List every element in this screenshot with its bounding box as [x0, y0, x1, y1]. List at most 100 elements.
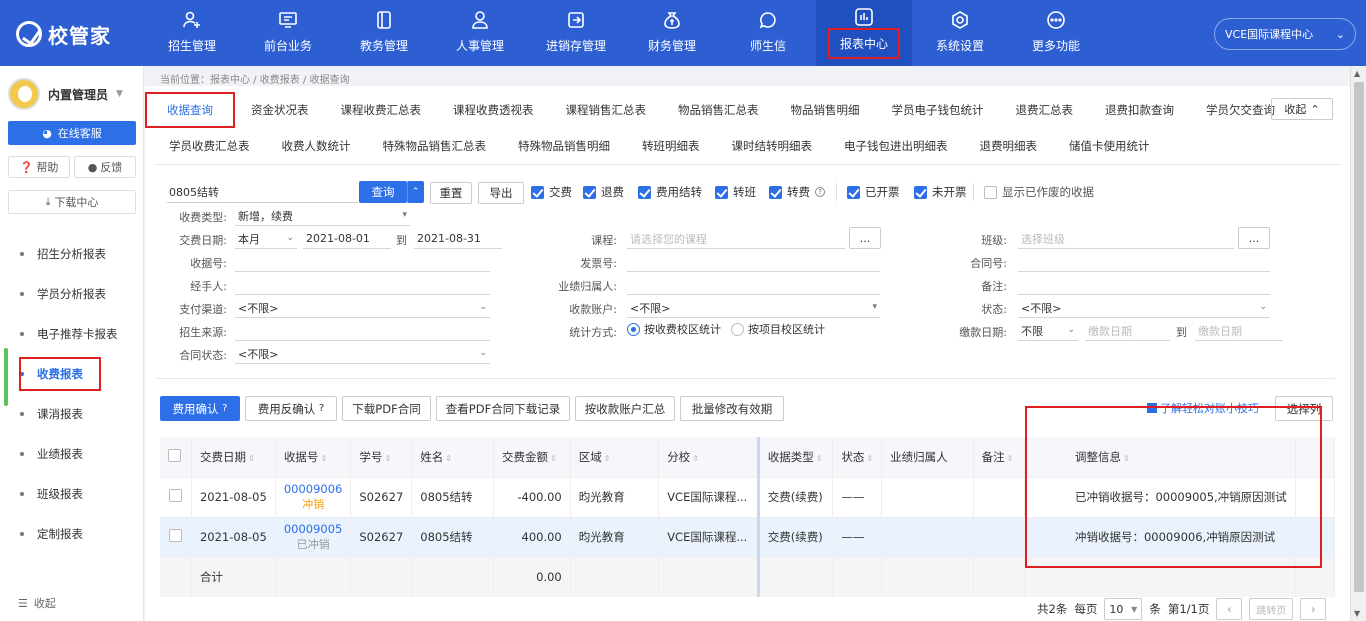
tab-tabs_row1-9[interactable]: 退费扣款查询 [1089, 95, 1190, 125]
by-account-button[interactable]: 按收款账户汇总 [575, 396, 675, 421]
nav-item-7[interactable]: 报表中心 [816, 0, 912, 66]
help-button[interactable]: ❓ 帮助 [8, 156, 70, 178]
filter-check-1[interactable]: 退费 [583, 184, 624, 200]
org-selector[interactable]: VCE国际课程中心 ⌄ [1214, 18, 1356, 50]
col-owner[interactable]: 业绩归属人 [881, 437, 974, 477]
tab-tabs_row2-3[interactable]: 特殊物品销售明细 [502, 131, 626, 161]
fee-confirm-button[interactable]: 费用确认 ? [160, 396, 240, 421]
tab-tabs_row1-5[interactable]: 物品销售汇总表 [662, 95, 775, 125]
handler-input[interactable] [235, 275, 490, 295]
contract-input[interactable] [1018, 252, 1270, 272]
sidebar-item-0[interactable]: 招生分析报表 [0, 234, 143, 274]
next-page-button[interactable]: › [1300, 598, 1327, 620]
collapse-tabs-button[interactable]: 收起 ⌃ [1271, 98, 1333, 120]
tab-tabs_row1-2[interactable]: 课程收费汇总表 [325, 95, 438, 125]
filter-check-2[interactable]: 费用结转 [638, 184, 702, 200]
tab-tabs_row2-6[interactable]: 电子钱包进出明细表 [828, 131, 964, 161]
tab-tabs_row2-5[interactable]: 课时结转明细表 [716, 131, 829, 161]
radio-by-project-campus[interactable] [731, 322, 744, 336]
nav-item-1[interactable]: 前台业务 [240, 0, 336, 66]
course-input[interactable]: 请选择您的课程 [627, 229, 845, 249]
col-remark[interactable]: 备注 ⇕ [973, 437, 1025, 477]
class-input[interactable]: 选择班级 [1018, 229, 1234, 249]
tab-tabs_row2-4[interactable]: 转班明细表 [626, 131, 716, 161]
download-pdf-button[interactable]: 下载PDF合同 [342, 396, 431, 421]
sidebar-item-2[interactable]: 电子推荐卡报表 [0, 314, 143, 354]
class-picker-button[interactable]: ... [1238, 227, 1270, 249]
course-picker-button[interactable]: ... [849, 227, 881, 249]
pay-date-from[interactable]: 缴款日期 [1085, 321, 1170, 341]
jump-page-input[interactable]: 跳转页 [1249, 598, 1294, 620]
col-type[interactable]: 收据类型 ⇕ [758, 437, 834, 477]
batch-edit-button[interactable]: 批量修改有效期 [680, 396, 784, 421]
col-region[interactable]: 区域 ⇕ [570, 437, 660, 477]
col-receipt[interactable]: 收据号 ⇕ [275, 437, 352, 477]
col-branch[interactable]: 分校 ⇕ [658, 437, 760, 477]
checkbox[interactable] [638, 185, 651, 199]
app-logo[interactable]: 校管家 [16, 18, 111, 50]
col-status[interactable]: 状态 ⇕ [832, 437, 883, 477]
tab-tabs_row1-8[interactable]: 退费汇总表 [1000, 95, 1090, 125]
advanced-toggle-button[interactable]: ⌃ [407, 181, 424, 203]
invoice-input[interactable] [627, 252, 880, 272]
tab-tabs_row1-3[interactable]: 课程收费透视表 [437, 95, 550, 125]
checkbox[interactable] [984, 185, 997, 199]
tab-tabs_row2-1[interactable]: 收费人数统计 [266, 131, 367, 161]
nav-item-2[interactable]: 教务管理 [336, 0, 432, 66]
nav-item-0[interactable]: 招生管理 [144, 0, 240, 66]
remark-input[interactable] [1018, 275, 1270, 295]
col-amount[interactable]: 交费金额 ⇕ [493, 437, 571, 477]
nav-item-8[interactable]: 系统设置 [912, 0, 1008, 66]
filter-check-4[interactable]: 转费? [769, 184, 825, 200]
tab-tabs_row2-0[interactable]: 学员收费汇总表 [153, 131, 266, 161]
checkbox[interactable] [715, 185, 728, 199]
sidebar-item-7[interactable]: 定制报表 [0, 514, 143, 554]
keyword-input[interactable]: 0805结转 [167, 181, 358, 203]
source-input[interactable] [235, 321, 490, 341]
page-size-select[interactable]: 10 ▼ [1104, 598, 1143, 620]
tab-tabs_row2-7[interactable]: 退费明细表 [964, 131, 1054, 161]
col-name[interactable]: 姓名 ⇕ [411, 437, 495, 477]
pay-date-select[interactable]: 不限 ⌄ [1018, 321, 1078, 341]
scroll-thumb[interactable] [1354, 82, 1364, 592]
owner-input[interactable] [627, 275, 880, 295]
fee-unconfirm-button[interactable]: 费用反确认 ? [245, 396, 337, 421]
export-button[interactable]: 导出 [478, 182, 524, 204]
sidebar-item-6[interactable]: 班级报表 [0, 474, 143, 514]
tab-tabs_row1-4[interactable]: 课程销售汇总表 [550, 95, 663, 125]
nav-item-5[interactable]: 财务管理 [624, 0, 720, 66]
filter-check-7[interactable]: 显示已作废的收据 [984, 184, 1094, 200]
sidebar-item-1[interactable]: 学员分析报表 [0, 274, 143, 314]
filter-check-5[interactable]: 已开票 [847, 184, 900, 200]
receipt-input[interactable] [235, 252, 490, 272]
tab-tabs_row1-7[interactable]: 学员电子钱包统计 [876, 95, 1000, 125]
query-button[interactable]: 查询 [359, 181, 407, 203]
sidebar-item-5[interactable]: 业绩报表 [0, 434, 143, 474]
col-date[interactable]: 交费日期 ⇕ [191, 437, 276, 477]
receipt-link[interactable]: 00009006 [284, 481, 343, 497]
tab-tabs_row2-8[interactable]: 储值卡使用统计 [1053, 131, 1166, 161]
reset-button[interactable]: 重置 [430, 182, 472, 204]
pay-channel-select[interactable]: <不限> ⌄ [235, 298, 490, 318]
row-checkbox[interactable] [168, 489, 182, 502]
date-range-select[interactable]: 本月 ⌄ [235, 229, 297, 249]
tab-tabs_row2-2[interactable]: 特殊物品销售汇总表 [367, 131, 503, 161]
nav-item-6[interactable]: 师生信 [720, 0, 816, 66]
contract-status-select[interactable]: <不限> ⌄ [235, 344, 490, 364]
pay-date-to[interactable]: 缴款日期 [1195, 321, 1283, 341]
checkbox[interactable] [583, 185, 596, 199]
date-to-input[interactable]: 2021-08-31 [414, 229, 502, 249]
account-select[interactable]: <不限> ▾ [627, 298, 880, 318]
tab-tabs_row1-1[interactable]: 资金状况表 [235, 95, 325, 125]
prev-page-button[interactable]: ‹ [1216, 598, 1243, 620]
nav-item-3[interactable]: 人事管理 [432, 0, 528, 66]
checkbox[interactable] [847, 185, 860, 199]
receipt-link[interactable]: 00009005 [284, 521, 343, 537]
user-menu[interactable]: 内置管理员 ▼ [8, 78, 123, 110]
filter-check-3[interactable]: 转班 [715, 184, 756, 200]
filter-check-0[interactable]: 交费 [531, 184, 572, 200]
tab-tabs_row1-6[interactable]: 物品销售明细 [775, 95, 876, 125]
sidebar-item-4[interactable]: 课消报表 [0, 394, 143, 434]
page-scrollbar[interactable]: ▲ ▼ [1350, 66, 1366, 621]
checkbox[interactable] [914, 185, 927, 199]
